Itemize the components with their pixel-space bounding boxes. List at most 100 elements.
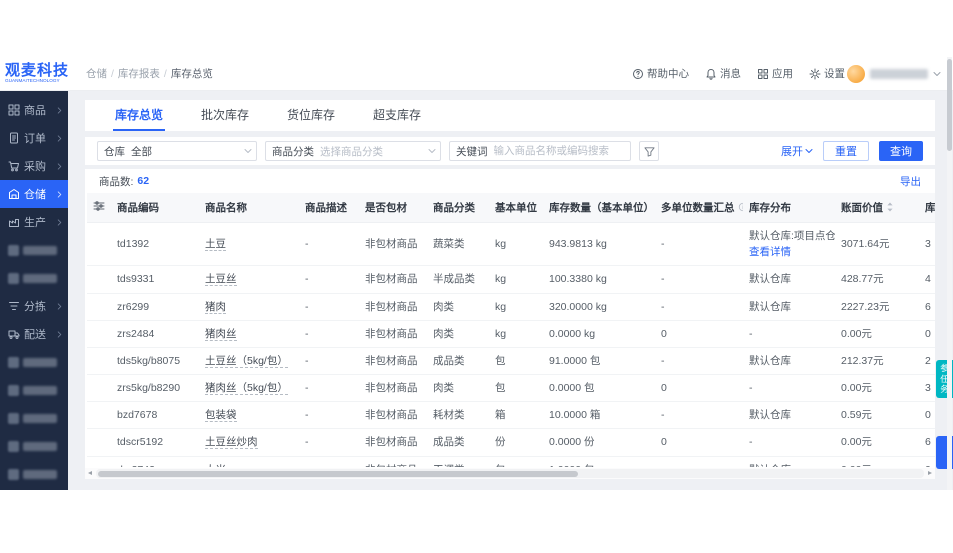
cell-packaging: 非包材商品 — [359, 347, 427, 376]
cell-multi: - — [655, 265, 743, 294]
product-name-link[interactable]: 包装袋 — [205, 409, 237, 423]
warehouse-select[interactable]: 仓库 全部 — [97, 141, 257, 161]
sidebar-item-purchase[interactable]: 采购 — [0, 152, 68, 180]
cell-dist: 默认仓库 — [743, 456, 835, 467]
cell-qty: 91.0000 包 — [543, 347, 655, 376]
sidebar-item-blurred[interactable] — [0, 236, 68, 264]
category-label: 商品分类 — [272, 145, 314, 158]
scroll-right-arrow-icon[interactable] — [924, 469, 935, 478]
tab-1[interactable]: 批次库存 — [199, 106, 251, 131]
product-name-link[interactable]: 土豆 — [205, 238, 226, 252]
sidebar-item-blurred[interactable] — [0, 348, 68, 376]
scrollbar-thumb[interactable] — [98, 470, 579, 477]
product-name-link[interactable]: 猪肉丝（5kg/包） — [205, 382, 288, 396]
header-action-help[interactable]: 帮助中心 — [632, 66, 689, 81]
cell-dist: 默认仓库:项目点仓库查看详情 — [743, 222, 835, 267]
keyword-input[interactable] — [493, 145, 614, 157]
sort-icon[interactable] — [886, 202, 894, 212]
chevron-right-icon — [56, 134, 63, 142]
breadcrumb-item[interactable]: 库存报表 — [118, 66, 160, 81]
column-settings-cell[interactable] — [87, 193, 111, 223]
cell-multi: - — [655, 401, 743, 430]
blurred-icon — [8, 272, 19, 284]
expand-toggle[interactable]: 展开 — [781, 143, 813, 159]
sidebar-item-product[interactable]: 商品 — [0, 96, 68, 124]
main-content: 库存总览 批次库存 货位库存 超支库存 仓库 全部 商品分类 选择商品分类 关键词 展… — [68, 91, 953, 490]
column-header-label: 商品名称 — [205, 202, 247, 214]
category-select[interactable]: 商品分类 选择商品分类 — [265, 141, 441, 161]
product-name-link[interactable]: 土豆丝 — [205, 273, 237, 287]
cell-value: 3071.64元 — [835, 222, 919, 267]
sidebar-item-blurred[interactable] — [0, 460, 68, 488]
blurred-label — [23, 385, 57, 395]
cell-value: 428.77元 — [835, 265, 919, 294]
keyword-control[interactable]: 关键词 — [449, 141, 631, 161]
column-header: 商品分类 — [427, 193, 489, 223]
cell-age: 0 — [919, 401, 935, 430]
cell-qty: 100.3380 kg — [543, 265, 655, 294]
tab-0[interactable]: 库存总览 — [113, 106, 166, 131]
search-button[interactable]: 查询 — [879, 141, 923, 161]
sidebar-item-blurred[interactable] — [0, 264, 68, 292]
sidebar-item-blurred[interactable] — [0, 376, 68, 404]
user-menu[interactable] — [845, 64, 953, 83]
horizontal-scrollbar[interactable] — [85, 468, 935, 479]
blurred-label — [23, 441, 57, 451]
sidebar-item-sorting[interactable]: 分拣 — [0, 292, 68, 320]
product-name-link[interactable]: 土豆丝（5kg/包） — [205, 354, 288, 368]
category-placeholder: 选择商品分类 — [320, 145, 383, 158]
scrollbar-track[interactable] — [96, 469, 924, 478]
header-action-bell[interactable]: 消息 — [705, 66, 741, 81]
sidebar-item-delivery[interactable]: 配送 — [0, 320, 68, 348]
cell-code: zr6299 — [111, 293, 199, 321]
product-name-link[interactable]: 土豆丝炒肉 — [205, 436, 258, 450]
cell-multi: 0 — [655, 374, 743, 403]
product-name-link[interactable]: 大米 — [205, 463, 226, 467]
user-name-blurred — [870, 68, 928, 79]
tab-3[interactable]: 超支库存 — [371, 106, 423, 131]
cell-qty: 0.0000 kg — [543, 320, 655, 348]
sidebar-item-blurred[interactable] — [0, 404, 68, 432]
sidebar-item-warehouse[interactable]: 仓储 — [0, 180, 68, 208]
row-leading-cell — [87, 456, 111, 467]
sidebar-item-production[interactable]: 生产 — [0, 208, 68, 236]
chevron-right-icon — [56, 162, 63, 170]
sidebar: 商品订单 采购 仓储 生产分拣配送 — [0, 91, 68, 490]
view-details-link[interactable]: 查看详情 — [749, 245, 829, 259]
scroll-left-arrow-icon[interactable] — [85, 469, 96, 478]
product-name-link[interactable]: 猪肉丝 — [205, 327, 237, 341]
vertical-scrollbar-thumb[interactable] — [947, 59, 952, 151]
header-action-apps[interactable]: 应用 — [757, 66, 793, 81]
column-settings-icon[interactable] — [93, 200, 105, 212]
blurred-label — [23, 469, 57, 479]
vertical-scrollbar[interactable] — [947, 57, 952, 490]
table-row: bzd7678 包装袋 - 非包材商品 耗材类箱 10.0000 箱 - 默认仓库 0.59元 0 — [87, 401, 935, 430]
cell-name: 猪肉丝 — [199, 320, 299, 348]
cell-name: 土豆丝炒肉 — [199, 428, 299, 457]
cell-multi: - — [655, 347, 743, 376]
column-header: 库龄 — [919, 193, 935, 223]
reset-button[interactable]: 重置 — [823, 141, 869, 161]
apps-icon — [757, 68, 769, 80]
product-name-link[interactable]: 猪肉 — [205, 300, 226, 314]
cell-value: 0.00元 — [835, 428, 919, 457]
filter-actions: 展开 重置 查询 — [781, 141, 923, 161]
tab-2[interactable]: 货位库存 — [285, 106, 337, 131]
export-link[interactable]: 导出 — [900, 174, 921, 189]
header-action-gear[interactable]: 设置 — [809, 66, 845, 81]
sidebar-item-blurred[interactable] — [0, 432, 68, 460]
sidebar-item-label: 分拣 — [24, 301, 46, 313]
blurred-icon — [8, 440, 19, 452]
cell-multi: - — [655, 293, 743, 321]
breadcrumb-item[interactable]: 仓储 — [86, 66, 107, 81]
cell-category: 干调类 — [427, 456, 489, 467]
cell-age: 3 — [919, 374, 935, 403]
cell-packaging: 非包材商品 — [359, 456, 427, 467]
table-toolbar: 商品数: 62 导出 — [85, 169, 935, 193]
cell-unit: kg — [489, 320, 543, 348]
sidebar-item-label: 商品 — [24, 105, 46, 117]
filter-button[interactable] — [639, 141, 659, 161]
sidebar-item-order[interactable]: 订单 — [0, 124, 68, 152]
warehouse-value: 全部 — [131, 145, 152, 158]
row-leading-cell — [87, 222, 111, 267]
